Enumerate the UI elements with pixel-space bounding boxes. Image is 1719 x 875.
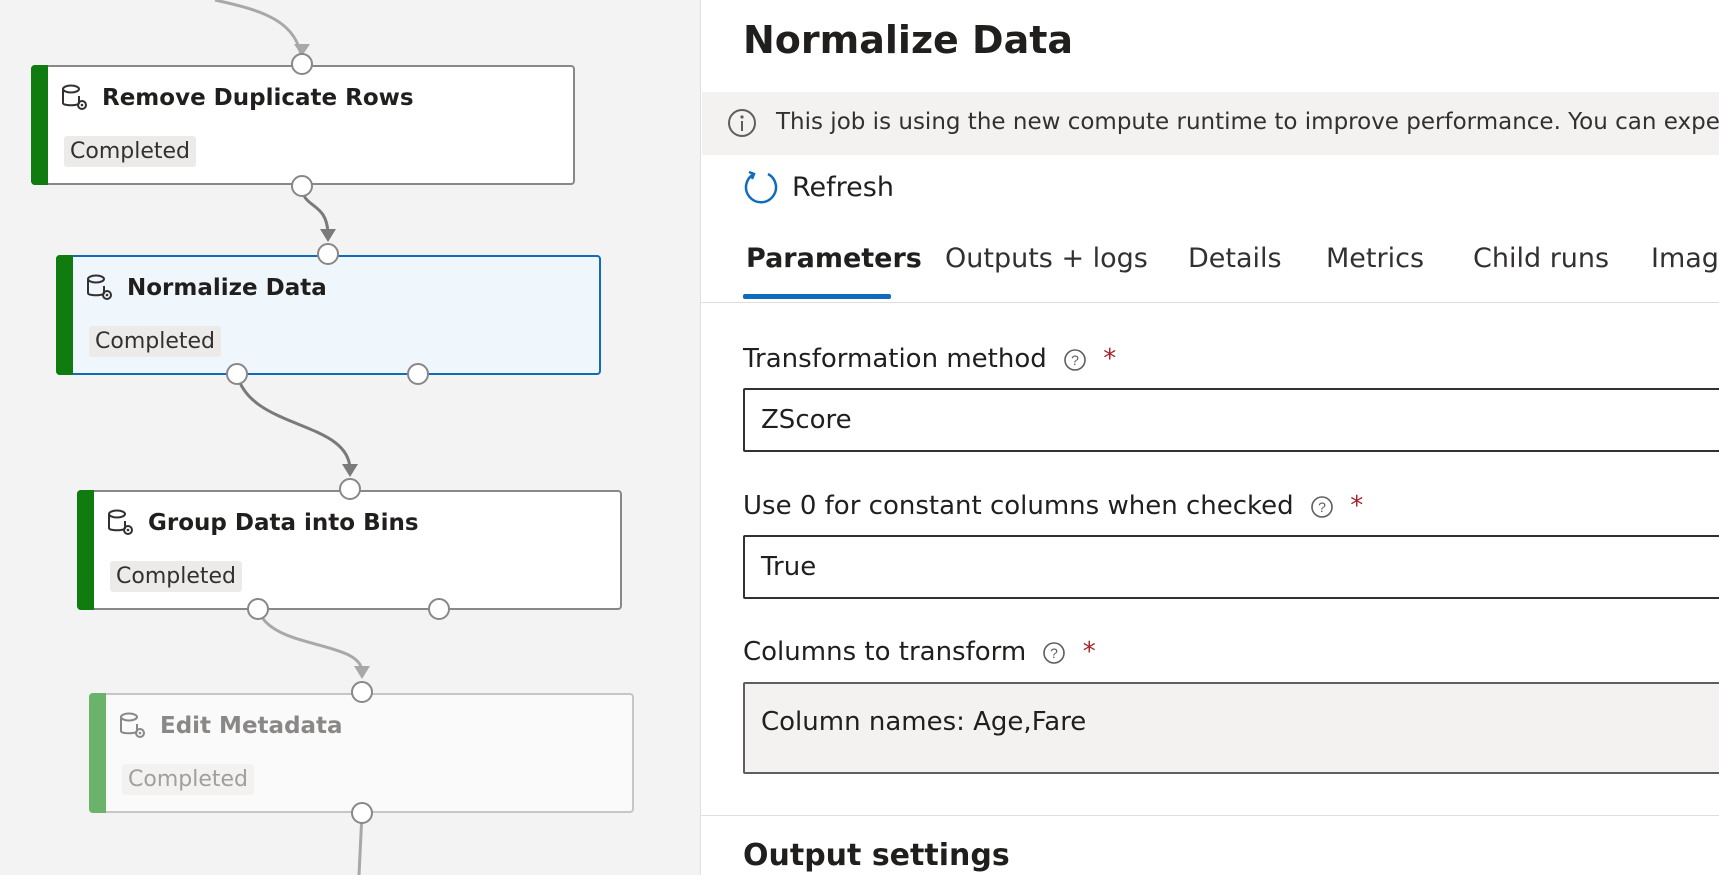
required-indicator: * (1350, 491, 1364, 521)
tab-metrics[interactable]: Metrics (1326, 243, 1424, 274)
node-edit-metadata[interactable]: Edit Metadata Completed (89, 693, 634, 813)
help-icon[interactable]: ? (1310, 495, 1334, 519)
required-indicator: * (1082, 637, 1096, 667)
status-bar (77, 490, 94, 610)
panel-title: Normalize Data (743, 18, 1074, 62)
field-label-transformation-method: Transformation method ? * (743, 344, 1116, 374)
banner-text: This job is using the new compute runtim… (776, 109, 1719, 135)
arrowhead (342, 464, 358, 477)
node-title: Normalize Data (127, 275, 327, 301)
help-icon[interactable]: ? (1042, 641, 1066, 665)
label-text: Use 0 for constant columns when checked (743, 491, 1294, 521)
status-badge: Completed (110, 561, 242, 592)
database-gear-icon (120, 712, 145, 738)
status-badge: Completed (64, 136, 196, 167)
field-value: Column names: Age,Fare (761, 707, 1087, 737)
connection-wire (235, 373, 352, 471)
divider (701, 302, 1719, 303)
arrowhead (320, 229, 336, 242)
details-panel: Normalize Data This job is using the new… (700, 0, 1719, 875)
status-bar (56, 255, 73, 375)
input-port[interactable] (317, 243, 339, 265)
database-gear-icon (87, 274, 112, 300)
info-banner: This job is using the new compute runtim… (702, 92, 1719, 155)
input-port[interactable] (339, 478, 361, 500)
required-indicator: * (1103, 344, 1117, 374)
tab-bar: Parameters Outputs + logs Details Metric… (743, 238, 1719, 303)
node-group-data-into-bins[interactable]: Group Data into Bins Completed (77, 490, 622, 610)
field-value: ZScore (761, 405, 852, 435)
refresh-icon (744, 170, 778, 204)
status-bar (89, 693, 106, 813)
divider (701, 815, 1719, 816)
status-bar (31, 65, 48, 185)
arrowhead (354, 666, 370, 679)
database-gear-icon (62, 84, 87, 110)
tab-child-runs[interactable]: Child runs (1473, 243, 1609, 274)
active-tab-indicator (743, 294, 891, 299)
output-settings-heading: Output settings (743, 838, 1010, 873)
output-port[interactable] (247, 598, 269, 620)
output-port[interactable] (291, 175, 313, 197)
label-text: Columns to transform (743, 637, 1027, 667)
use-zero-constant-dropdown[interactable]: True (743, 535, 1719, 599)
node-normalize-data[interactable]: Normalize Data Completed (56, 255, 601, 375)
database-gear-icon (108, 509, 133, 535)
connection-wire (214, 0, 304, 65)
node-title: Edit Metadata (160, 713, 343, 739)
pipeline-canvas[interactable]: Remove Duplicate Rows Completed Normaliz… (0, 0, 700, 875)
tab-images[interactable]: Images (1651, 243, 1719, 274)
output-port[interactable] (407, 363, 429, 385)
info-icon (728, 109, 756, 137)
label-text: Transformation method (743, 344, 1047, 374)
connection-wire (256, 608, 364, 673)
node-title: Group Data into Bins (148, 510, 419, 536)
node-title: Remove Duplicate Rows (102, 85, 414, 111)
field-value: True (761, 552, 817, 582)
field-label-columns-to-transform: Columns to transform ? * (743, 637, 1096, 667)
svg-text:?: ? (1071, 352, 1079, 368)
tab-parameters[interactable]: Parameters (746, 243, 922, 274)
status-badge: Completed (89, 326, 221, 357)
node-remove-duplicate-rows[interactable]: Remove Duplicate Rows Completed (31, 65, 575, 185)
tab-outputs-logs[interactable]: Outputs + logs (945, 243, 1148, 274)
input-port[interactable] (351, 681, 373, 703)
output-port[interactable] (428, 598, 450, 620)
input-port[interactable] (291, 53, 313, 75)
field-label-use-zero-constant: Use 0 for constant columns when checked … (743, 491, 1363, 521)
tab-details[interactable]: Details (1188, 243, 1282, 274)
output-port[interactable] (351, 802, 373, 824)
status-badge: Completed (122, 764, 254, 795)
svg-text:?: ? (1318, 499, 1326, 515)
svg-text:?: ? (1051, 645, 1059, 661)
output-port[interactable] (226, 363, 248, 385)
columns-to-transform-field[interactable]: Column names: Age,Fare (743, 682, 1719, 774)
transformation-method-dropdown[interactable]: ZScore (743, 388, 1719, 452)
refresh-label: Refresh (792, 172, 894, 203)
help-icon[interactable]: ? (1063, 348, 1087, 372)
